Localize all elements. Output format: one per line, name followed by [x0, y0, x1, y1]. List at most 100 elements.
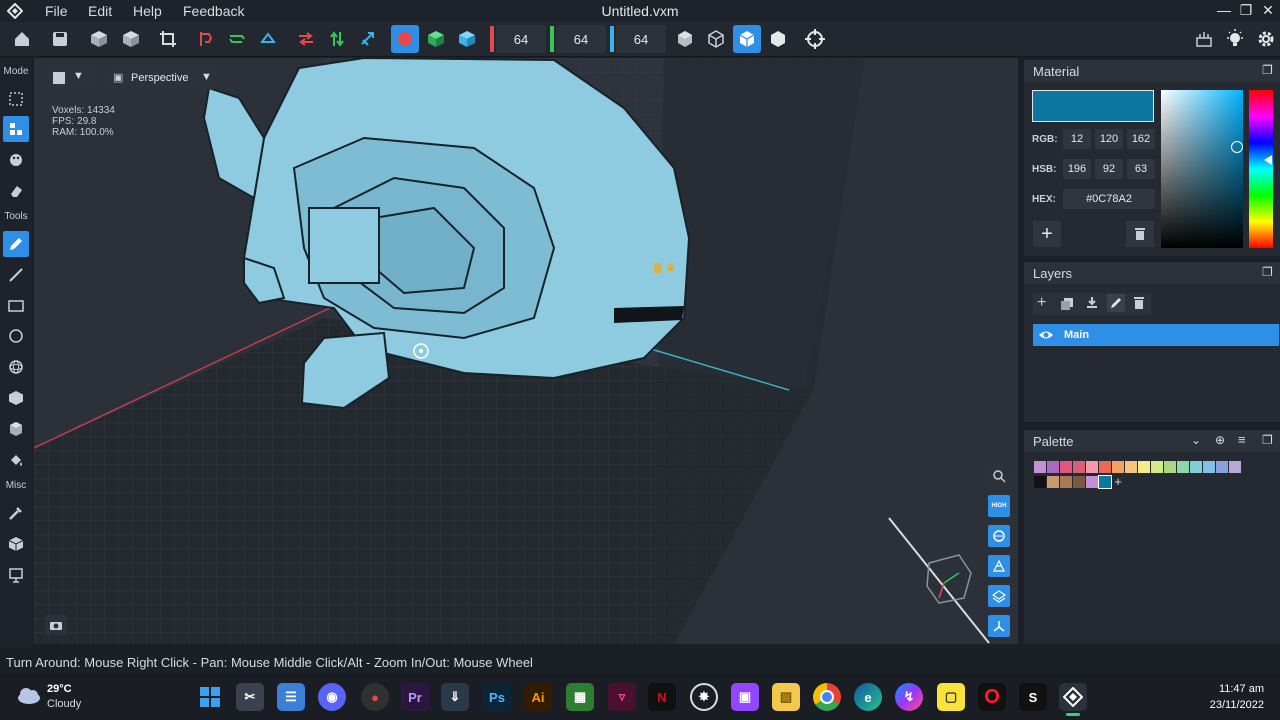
netflix-icon[interactable]: N	[648, 683, 676, 711]
hex-field[interactable]: #0C78A2	[1063, 189, 1155, 209]
photoshop-icon[interactable]: Ps	[483, 683, 511, 711]
select-icon[interactable]	[3, 86, 29, 112]
sphere-tool-icon[interactable]	[3, 354, 29, 380]
opera-icon[interactable]: O	[978, 683, 1006, 711]
palette-swatch[interactable]	[1099, 461, 1111, 473]
flip-x-icon[interactable]	[192, 25, 220, 53]
box-tool-icon[interactable]	[3, 385, 29, 411]
zoom-fit-icon[interactable]	[988, 465, 1010, 487]
snipping-tool-icon[interactable]: ✂	[236, 683, 264, 711]
size-y-field[interactable]: 64	[556, 25, 606, 53]
palette-swatch[interactable]	[1138, 461, 1150, 473]
settings-gear-icon[interactable]	[1252, 25, 1280, 53]
palette-swatch[interactable]	[1190, 461, 1202, 473]
material-color-preview[interactable]	[1032, 90, 1154, 122]
light-bulb-icon[interactable]	[1221, 25, 1249, 53]
twitch-icon[interactable]: ▣	[731, 683, 759, 711]
target-icon[interactable]	[801, 25, 829, 53]
paint-palette-icon[interactable]	[3, 147, 29, 173]
panel-float-icon[interactable]: ❐	[1262, 265, 1273, 279]
3d-viewport[interactable]	[34, 58, 1018, 644]
windows-start-icon[interactable]	[196, 683, 224, 711]
rectangle-tool-icon[interactable]	[3, 293, 29, 319]
saturation-brightness-picker[interactable]	[1161, 90, 1243, 248]
cube-grid-icon[interactable]	[85, 25, 113, 53]
voxel-app-taskbar-icon[interactable]	[1059, 683, 1087, 711]
pencil-icon[interactable]	[3, 231, 29, 257]
palette-swatch[interactable]	[1047, 461, 1059, 473]
render-lit-icon[interactable]	[733, 25, 761, 53]
rgb-g-field[interactable]: 120	[1095, 129, 1123, 149]
chevron-down-icon[interactable]: ⌄	[1191, 433, 1201, 447]
hsb-s-field[interactable]: 92	[1095, 159, 1123, 179]
palette-swatch[interactable]	[1034, 476, 1046, 488]
orientation-gizmo[interactable]	[888, 517, 990, 644]
palette-swatch[interactable]	[1151, 461, 1163, 473]
flip-z-icon[interactable]	[254, 25, 282, 53]
quality-high-button[interactable]: HIGH	[988, 495, 1010, 517]
color-mode-dropdown[interactable]: ▼	[47, 67, 97, 89]
add-swatch-icon[interactable]: +	[1112, 475, 1124, 488]
palette-swatch[interactable]	[1216, 461, 1228, 473]
fill-bucket-icon[interactable]	[3, 447, 29, 473]
notepad-icon[interactable]: ☰	[277, 683, 305, 711]
premiere-icon[interactable]: Pr	[401, 683, 429, 711]
eraser-icon[interactable]	[3, 178, 29, 204]
picker-handle[interactable]	[1231, 141, 1243, 153]
merge-layer-icon[interactable]	[1085, 296, 1099, 310]
close-icon[interactable]: ✕	[1258, 2, 1278, 19]
file-explorer-icon[interactable]: ▧	[772, 683, 800, 711]
rotate-y-icon[interactable]	[323, 25, 351, 53]
box-green-icon[interactable]	[422, 25, 450, 53]
messenger-icon[interactable]: ↯	[895, 683, 923, 711]
palette-swatch[interactable]	[1047, 476, 1059, 488]
weather-cloud-icon[interactable]	[16, 686, 42, 709]
lighting-icon[interactable]	[1190, 25, 1218, 53]
menu-lines-icon[interactable]: ≡	[1238, 432, 1246, 447]
restore-icon[interactable]: ❐	[1236, 2, 1256, 19]
palette-swatch[interactable]	[1034, 461, 1046, 473]
render-flat-icon[interactable]	[764, 25, 792, 53]
view-sphere-icon[interactable]	[988, 525, 1010, 547]
palette-swatch[interactable]	[1086, 476, 1098, 488]
palette-swatch[interactable]	[1164, 461, 1176, 473]
panel-float-icon[interactable]: ❐	[1262, 433, 1273, 447]
palette-swatch[interactable]	[1060, 461, 1072, 473]
minimize-icon[interactable]: —	[1214, 2, 1234, 18]
hsb-h-field[interactable]: 196	[1063, 159, 1091, 179]
layer-row[interactable]: Main	[1033, 324, 1279, 346]
vectornator-icon[interactable]: ▿	[608, 683, 636, 711]
palette-swatch[interactable]	[1073, 476, 1085, 488]
cylinder-tool-icon[interactable]	[3, 416, 29, 442]
crop-icon[interactable]	[154, 25, 182, 53]
eye-icon[interactable]	[1038, 328, 1054, 347]
size-x-field[interactable]: 64	[496, 25, 546, 53]
edge-icon[interactable]: e	[854, 683, 882, 711]
rgb-b-field[interactable]: 162	[1127, 129, 1155, 149]
delete-layer-icon[interactable]	[1133, 297, 1145, 310]
hue-slider[interactable]	[1249, 90, 1273, 248]
bluestacks-icon[interactable]: ▦	[566, 683, 594, 711]
obs-icon[interactable]: ●	[361, 683, 389, 711]
s-app-icon[interactable]: S	[1019, 683, 1047, 711]
discord-icon[interactable]: ◉	[318, 683, 346, 711]
line-tool-icon[interactable]	[3, 262, 29, 288]
flip-y-icon[interactable]	[223, 25, 251, 53]
size-z-field[interactable]: 64	[616, 25, 666, 53]
view-layers-icon[interactable]	[988, 585, 1010, 607]
circle-tool-icon[interactable]	[3, 323, 29, 349]
palette-swatch[interactable]	[1060, 476, 1072, 488]
edit-layer-icon[interactable]	[1107, 294, 1125, 312]
rgb-r-field[interactable]: 12	[1063, 129, 1091, 149]
camera-mode-dropdown[interactable]: ▣ Perspective ▼	[107, 67, 217, 89]
duplicate-layer-icon[interactable]	[1061, 297, 1073, 310]
save-icon[interactable]	[46, 25, 74, 53]
presentation-icon[interactable]	[3, 562, 29, 588]
voxel-mode-icon[interactable]	[3, 116, 29, 142]
add-color-icon[interactable]: +	[1033, 221, 1061, 247]
trash-icon[interactable]	[1126, 221, 1154, 247]
fileshare-icon[interactable]: ⇓	[441, 683, 469, 711]
chrome-icon[interactable]	[813, 683, 841, 711]
hsb-b-field[interactable]: 63	[1127, 159, 1155, 179]
screenshot-camera-icon[interactable]	[45, 615, 67, 635]
